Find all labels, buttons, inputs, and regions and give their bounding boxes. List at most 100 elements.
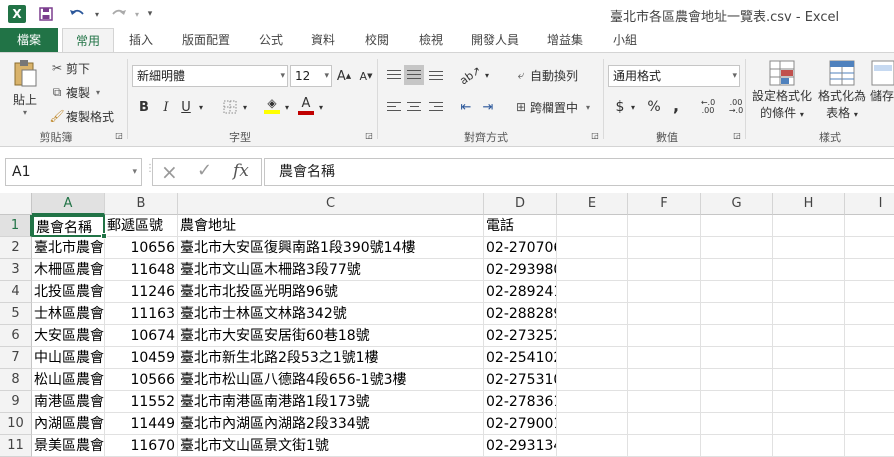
undo-dropdown-icon[interactable]: ▾ bbox=[92, 5, 102, 23]
borders-button[interactable] bbox=[220, 97, 240, 117]
cell-g6[interactable] bbox=[701, 325, 773, 347]
fill-handle[interactable] bbox=[101, 233, 107, 239]
cell-g11[interactable] bbox=[701, 435, 773, 457]
tab-add-ins[interactable]: 增益集 bbox=[538, 28, 592, 52]
increase-indent-button[interactable]: ⇥ bbox=[478, 97, 498, 117]
cell-h8[interactable] bbox=[773, 369, 845, 391]
tab-formulas[interactable]: 公式 bbox=[250, 28, 292, 52]
format-painter-button[interactable]: 🖌 複製格式 bbox=[48, 107, 114, 125]
cell-h10[interactable] bbox=[773, 413, 845, 435]
cell-f5[interactable] bbox=[628, 303, 701, 325]
cell-c1[interactable]: 農會地址 bbox=[178, 215, 484, 237]
cell-b3[interactable]: 11648 bbox=[105, 259, 178, 281]
cell-f2[interactable] bbox=[628, 237, 701, 259]
cell-a10[interactable]: 內湖區農會 bbox=[32, 413, 105, 435]
cell-i4[interactable] bbox=[845, 281, 894, 303]
cell-a11[interactable]: 景美區農會 bbox=[32, 435, 105, 457]
tab-data[interactable]: 資料 bbox=[302, 28, 344, 52]
cell-i1[interactable] bbox=[845, 215, 894, 237]
cell-c4[interactable]: 臺北市北投區光明路96號 bbox=[178, 281, 484, 303]
comma-style-button[interactable]: , bbox=[666, 95, 686, 115]
cell-a2[interactable]: 臺北市農會 bbox=[32, 237, 105, 259]
formula-input[interactable]: 農會名稱 bbox=[264, 158, 894, 186]
wrap-text-button[interactable]: ⤶ 自動換列 bbox=[512, 66, 578, 84]
tab-review[interactable]: 校閱 bbox=[356, 28, 398, 52]
cell-a5[interactable]: 士林區農會 bbox=[32, 303, 105, 325]
redo-dropdown-icon[interactable]: ▾ bbox=[132, 5, 142, 23]
cell-c2[interactable]: 臺北市大安區復興南路1段390號14樓 bbox=[178, 237, 484, 259]
tab-developer[interactable]: 開發人員 bbox=[464, 28, 526, 52]
cell-a8[interactable]: 松山區農會 bbox=[32, 369, 105, 391]
align-left-button[interactable] bbox=[384, 97, 404, 117]
increase-decimal-button[interactable]: ←.0 .00 bbox=[694, 97, 722, 117]
cell-f7[interactable] bbox=[628, 347, 701, 369]
cell-e4[interactable] bbox=[557, 281, 628, 303]
cell-f1[interactable] bbox=[628, 215, 701, 237]
cell-h1[interactable] bbox=[773, 215, 845, 237]
format-as-table-button[interactable]: 格式化為 表格 ▾ bbox=[816, 59, 868, 125]
font-launcher-icon[interactable]: ◲ bbox=[364, 129, 374, 141]
fill-color-dropdown-icon[interactable]: ▾ bbox=[282, 97, 292, 117]
tab-team[interactable]: 小組 bbox=[604, 28, 646, 52]
cell-a1[interactable]: 農會名稱 bbox=[32, 215, 105, 237]
cell-h4[interactable] bbox=[773, 281, 845, 303]
cell-i8[interactable] bbox=[845, 369, 894, 391]
row-header[interactable]: 6 bbox=[0, 325, 32, 347]
underline-dropdown-icon[interactable]: ▾ bbox=[196, 97, 206, 117]
enter-icon[interactable]: ✓ bbox=[197, 160, 212, 181]
cell-i9[interactable] bbox=[845, 391, 894, 413]
cell-d5[interactable]: 02-28828959 bbox=[484, 303, 557, 325]
cell-c6[interactable]: 臺北市大安區安居街60巷18號 bbox=[178, 325, 484, 347]
cell-b8[interactable]: 10566 bbox=[105, 369, 178, 391]
cell-b9[interactable]: 11552 bbox=[105, 391, 178, 413]
cell-c3[interactable]: 臺北市文山區木柵路3段77號 bbox=[178, 259, 484, 281]
column-header-a[interactable]: A bbox=[32, 193, 105, 215]
name-box[interactable]: A1 ▾ bbox=[5, 158, 142, 186]
column-header-i[interactable]: I bbox=[845, 193, 894, 215]
cell-c10[interactable]: 臺北市內湖區內湖路2段334號 bbox=[178, 413, 484, 435]
font-size-select[interactable]: 12 ▾ bbox=[290, 65, 332, 87]
percent-button[interactable]: % bbox=[644, 97, 664, 117]
cell-g3[interactable] bbox=[701, 259, 773, 281]
cell-h7[interactable] bbox=[773, 347, 845, 369]
row-header[interactable]: 7 bbox=[0, 347, 32, 369]
cell-h2[interactable] bbox=[773, 237, 845, 259]
tab-page-layout[interactable]: 版面配置 bbox=[174, 28, 238, 52]
cell-h9[interactable] bbox=[773, 391, 845, 413]
cell-a9[interactable]: 南港區農會 bbox=[32, 391, 105, 413]
cell-f4[interactable] bbox=[628, 281, 701, 303]
number-launcher-icon[interactable]: ◲ bbox=[732, 129, 742, 141]
cell-h6[interactable] bbox=[773, 325, 845, 347]
font-name-select[interactable]: 新細明體 ▾ bbox=[132, 65, 288, 87]
cell-i7[interactable] bbox=[845, 347, 894, 369]
tab-home[interactable]: 常用 bbox=[62, 28, 114, 53]
align-top-button[interactable] bbox=[384, 65, 404, 85]
cell-d6[interactable]: 02-27325237 bbox=[484, 325, 557, 347]
cell-b4[interactable]: 11246 bbox=[105, 281, 178, 303]
cell-e10[interactable] bbox=[557, 413, 628, 435]
cell-styles-button[interactable]: 儲存 bbox=[870, 59, 894, 125]
cell-d9[interactable]: 02-27836121 bbox=[484, 391, 557, 413]
cell-g7[interactable] bbox=[701, 347, 773, 369]
cell-c5[interactable]: 臺北市士林區文林路342號 bbox=[178, 303, 484, 325]
cell-e6[interactable] bbox=[557, 325, 628, 347]
row-header[interactable]: 1 bbox=[0, 215, 32, 237]
undo-icon[interactable] bbox=[64, 5, 90, 23]
save-icon[interactable] bbox=[36, 5, 56, 23]
cell-g10[interactable] bbox=[701, 413, 773, 435]
cell-d2[interactable]: 02-27070612 bbox=[484, 237, 557, 259]
cell-b7[interactable]: 10459 bbox=[105, 347, 178, 369]
cell-h3[interactable] bbox=[773, 259, 845, 281]
cell-a7[interactable]: 中山區農會 bbox=[32, 347, 105, 369]
select-all-corner[interactable] bbox=[0, 193, 32, 215]
currency-dropdown-icon[interactable]: ▾ bbox=[628, 97, 638, 117]
cell-f8[interactable] bbox=[628, 369, 701, 391]
merge-center-button[interactable]: ⊞ 跨欄置中 ▾ bbox=[512, 98, 590, 116]
column-header-c[interactable]: C bbox=[178, 193, 484, 215]
row-header[interactable]: 8 bbox=[0, 369, 32, 391]
tab-insert[interactable]: 插入 bbox=[120, 28, 162, 52]
cell-b1[interactable]: 郵遞區號 bbox=[105, 215, 178, 237]
column-header-b[interactable]: B bbox=[105, 193, 178, 215]
cell-f9[interactable] bbox=[628, 391, 701, 413]
number-format-select[interactable]: 通用格式 ▾ bbox=[608, 65, 740, 87]
